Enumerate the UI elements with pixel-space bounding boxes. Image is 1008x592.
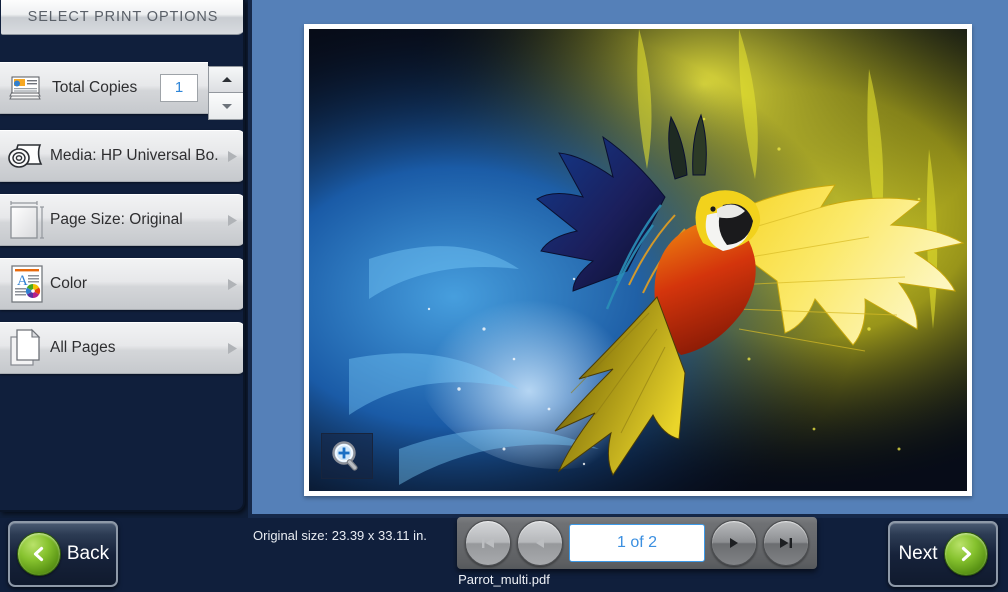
chevron-right-icon <box>219 342 243 355</box>
print-options-sidebar: SELECT PRINT OPTIONS Total Copies 1 Medi… <box>0 0 245 512</box>
sidebar-item-page-size[interactable]: Page Size: Original <box>0 194 243 246</box>
sidebar-item-label: All Pages <box>50 339 116 356</box>
copies-icon <box>4 68 50 108</box>
skip-to-last-icon <box>780 538 792 548</box>
chevron-right-icon <box>219 214 243 227</box>
chevron-right-icon <box>219 150 243 163</box>
next-page-button[interactable] <box>711 520 757 566</box>
sidebar-item-label: Media: HP Universal Bo... <box>50 147 219 164</box>
sidebar-item-color[interactable]: A Color <box>0 258 243 310</box>
filename-label: Parrot_multi.pdf <box>458 572 550 587</box>
panel-header: SELECT PRINT OPTIONS <box>1 0 243 35</box>
page-title: SELECT PRINT OPTIONS <box>27 9 219 25</box>
next-arrow-icon <box>943 532 988 576</box>
total-copies-row[interactable]: Total Copies 1 <box>0 62 208 114</box>
caret-down-icon <box>221 103 232 109</box>
last-page-button[interactable] <box>763 520 809 566</box>
paper-roll-icon <box>4 136 50 176</box>
back-button-label: Back <box>66 543 110 564</box>
color-document-icon: A <box>4 264 50 304</box>
sidebar-item-media[interactable]: Media: HP Universal Bo... <box>0 130 243 182</box>
original-size-label: Original size: 23.39 x 33.11 in. <box>253 528 427 543</box>
first-page-button[interactable] <box>465 520 511 566</box>
next-button-label: Next <box>898 543 938 564</box>
page-size-icon <box>4 200 50 240</box>
magnifier-plus-icon <box>332 441 358 471</box>
pages-stack-icon <box>4 328 50 368</box>
total-copies-input[interactable]: 1 <box>160 74 198 102</box>
next-icon <box>730 538 738 548</box>
sidebar-item-label: Color <box>50 275 88 292</box>
sidebar-item-label: Page Size: Original <box>50 211 183 228</box>
print-preview-panel <box>248 0 1008 518</box>
parrot-powder-artwork <box>309 29 967 491</box>
zoom-in-button[interactable] <box>321 433 373 479</box>
skip-to-first-icon <box>482 538 494 548</box>
document-preview-image[interactable] <box>309 29 967 491</box>
chevron-right-icon <box>219 278 243 291</box>
previous-icon <box>536 538 544 548</box>
back-button[interactable]: Back <box>8 521 118 587</box>
caret-up-icon <box>221 77 232 82</box>
copies-decrement-button[interactable] <box>208 93 243 120</box>
next-button[interactable]: Next <box>888 521 998 587</box>
page-sheet <box>304 24 972 496</box>
back-arrow-icon <box>16 532 61 576</box>
svg-text:A: A <box>17 273 28 289</box>
page-navigation-bar: 1 of 2 <box>457 517 817 569</box>
page-indicator-field[interactable]: 1 of 2 <box>569 524 705 562</box>
copies-increment-button[interactable] <box>208 66 243 93</box>
sidebar-item-all-pages[interactable]: All Pages <box>0 322 243 374</box>
previous-page-button[interactable] <box>517 520 563 566</box>
total-copies-label: Total Copies <box>52 79 138 96</box>
